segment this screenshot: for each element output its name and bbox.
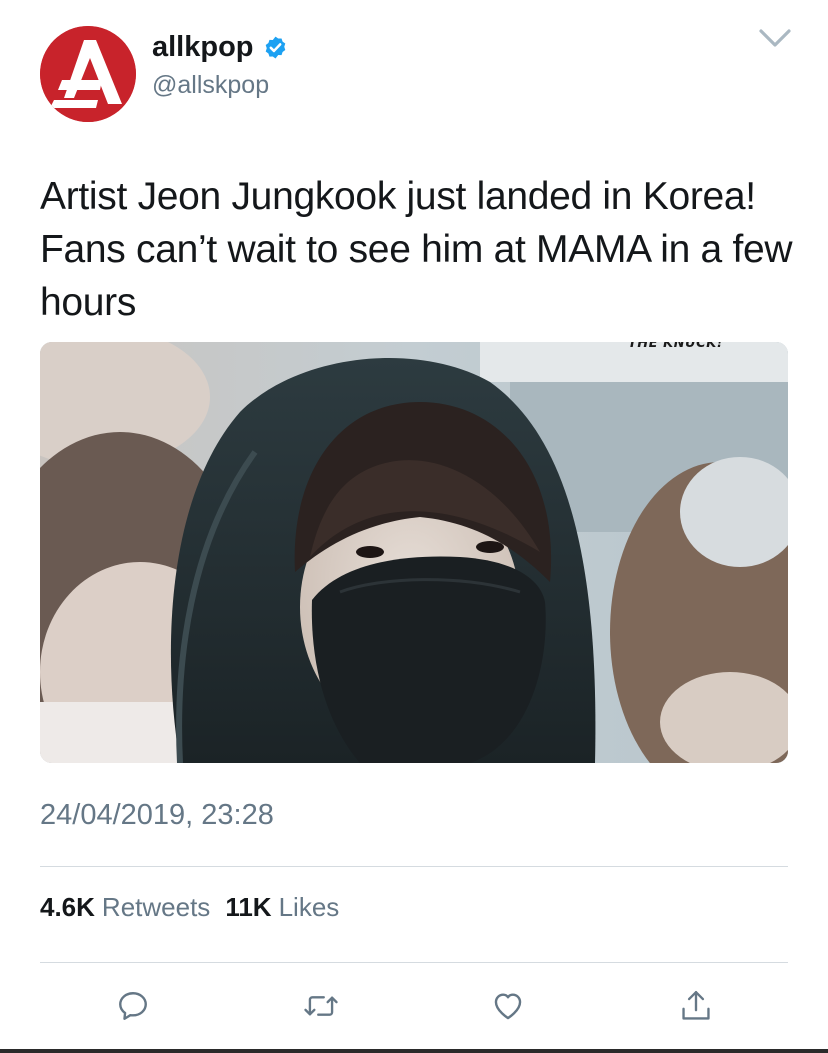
retweets-count[interactable]: 4.6K [40,890,95,924]
chevron-down-icon[interactable] [757,26,793,50]
display-name[interactable]: allkpop [152,30,288,64]
timestamp[interactable]: 24/04/2019, 23:28 [40,798,274,832]
divider [40,962,788,963]
allkpop-logo [40,26,136,122]
divider [40,866,788,867]
watermark-text: THE KNUCK! [628,342,724,351]
avatar[interactable] [40,26,136,122]
retweet-icon [304,996,338,1016]
retweet-button[interactable] [301,984,341,1028]
likes-count[interactable]: 11K [225,890,271,924]
action-bar [0,984,828,1028]
verified-badge-icon [265,36,285,58]
heart-icon [494,993,522,1020]
share-button[interactable] [676,984,716,1028]
likes-label[interactable]: Likes [279,890,340,924]
reply-icon [119,992,147,1020]
handle[interactable]: @allskpop [152,70,269,100]
bottom-edge [0,1049,828,1053]
display-name-text: allkpop [152,31,254,63]
share-icon [682,990,710,1020]
tweet-photo[interactable]: THE KNUCK! [40,342,788,763]
like-button[interactable] [488,984,528,1028]
retweets-label[interactable]: Retweets [102,890,210,924]
tweet-text: Artist Jeon Jungkook just landed in Kore… [40,175,793,324]
reply-button[interactable] [113,984,153,1028]
engagement-stats: 4.6K Retweets 11K Likes [40,890,354,924]
